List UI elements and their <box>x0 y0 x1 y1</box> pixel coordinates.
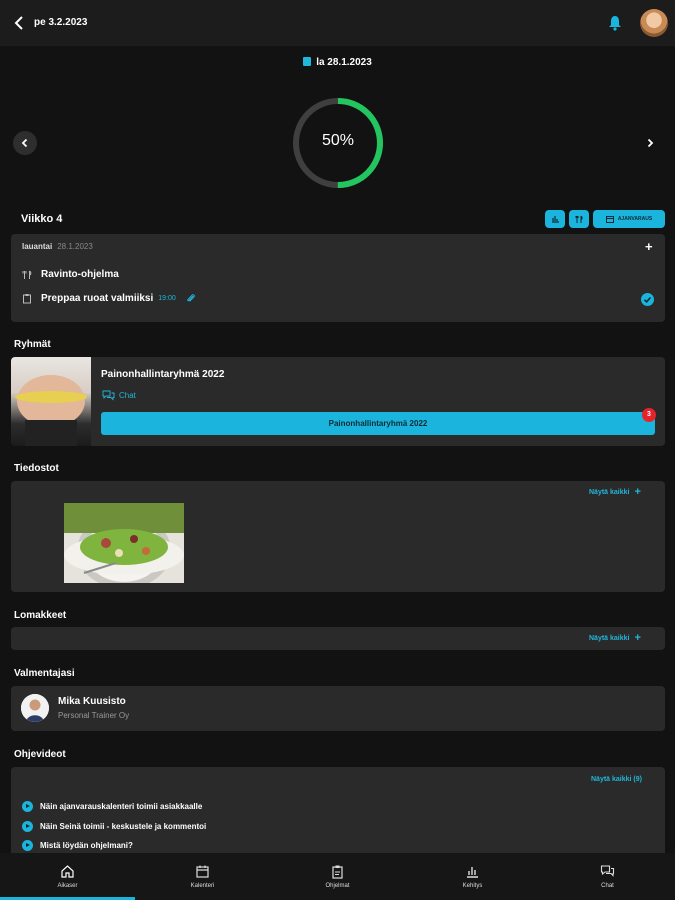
group-title: Painonhallintaryhmä 2022 <box>101 369 225 380</box>
video-item-label: Mistä löydän ohjelmani? <box>40 841 133 850</box>
statistics-button[interactable] <box>545 210 565 228</box>
add-item-button[interactable]: + <box>645 239 653 254</box>
calendar-icon <box>303 57 312 66</box>
clipboard-icon <box>23 294 31 304</box>
calendar-icon <box>605 216 614 223</box>
video-item-label: Näin Seinä toimii - keskustele ja kommen… <box>40 822 207 831</box>
day-card: lauantai 28.1.2023 + Ravinto-ohjelma Prep… <box>11 234 665 322</box>
play-icon <box>22 821 33 832</box>
tab-calendar-label: Kalenteri <box>190 883 215 889</box>
files-show-all-label: Näytä kaikki <box>589 488 630 496</box>
booking-button-label: AJANVARAUS <box>617 216 653 222</box>
header-date: pe 3.2.2023 <box>34 17 88 28</box>
chart-icon <box>551 216 559 223</box>
clipboard-icon <box>332 865 343 879</box>
group-card[interactable]: Painonhallintaryhmä 2022 Chat Painonhall… <box>11 357 665 446</box>
progress-percent: 50% <box>321 132 355 149</box>
open-group-button[interactable]: Painonhallintaryhmä 2022 <box>101 412 655 435</box>
videos-card: Näytä kaikki (9) Näin ajanvarauskalenter… <box>11 767 665 867</box>
chevron-left-icon <box>21 138 28 148</box>
back-arrow-icon[interactable] <box>13 14 27 32</box>
chart-icon <box>467 867 478 878</box>
chat-bubbles-icon <box>102 390 115 401</box>
day-card-weekday: lauantai <box>22 242 53 251</box>
chevron-right-icon <box>647 138 654 148</box>
home-icon <box>61 865 74 878</box>
tab-calendar[interactable]: Kalenteri <box>135 853 270 900</box>
videos-title: Ohjevideot <box>14 749 66 760</box>
nutrition-button[interactable] <box>569 210 589 228</box>
videos-show-all[interactable]: Näytä kaikki (9) <box>591 776 642 783</box>
group-image <box>11 357 91 446</box>
play-icon <box>22 801 33 812</box>
tab-progress-label: Kehitys <box>462 883 483 889</box>
previous-day-button[interactable] <box>13 131 37 155</box>
calendar-icon <box>196 865 209 878</box>
week-title: Viikko 4 <box>21 213 63 225</box>
plus-icon: + <box>634 632 641 644</box>
bottom-navigation: Aikaser Kalenteri Ohjelmat Kehitys Chat <box>0 853 675 900</box>
video-item[interactable]: Näin Seinä toimii - keskustele ja kommen… <box>22 821 206 832</box>
coach-avatar <box>21 694 49 722</box>
forms-card: Näytä kaikki + <box>11 627 665 650</box>
attachment-icon <box>187 294 195 302</box>
forms-show-all-label: Näytä kaikki <box>589 634 630 642</box>
plus-icon: + <box>634 486 641 498</box>
coach-card[interactable]: Mika Kuusisto Personal Trainer Oy <box>11 686 665 731</box>
selected-day-label: la 28.1.2023 <box>316 57 372 68</box>
program-item[interactable]: Ravinto-ohjelma <box>22 269 119 280</box>
coach-name: Mika Kuusisto <box>58 696 126 707</box>
notification-badge: 3 <box>642 408 656 422</box>
cutlery-icon <box>575 215 583 223</box>
user-avatar[interactable] <box>640 9 668 37</box>
task-item[interactable]: Preppaa ruoat valmiiksi 19:00 <box>22 293 196 304</box>
files-show-all[interactable]: Näytä kaikki + <box>589 486 641 498</box>
play-icon <box>22 840 33 851</box>
day-card-date: 28.1.2023 <box>57 242 93 251</box>
tab-home[interactable]: Aikaser <box>0 853 135 900</box>
tab-chat[interactable]: Chat <box>540 853 675 900</box>
group-chat-label: Chat <box>119 391 136 400</box>
booking-button[interactable]: AJANVARAUS <box>593 210 665 228</box>
coach-company: Personal Trainer Oy <box>58 711 130 720</box>
forms-title: Lomakkeet <box>14 610 67 621</box>
coaches-title: Valmentajasi <box>14 668 75 679</box>
cutlery-icon <box>22 270 32 279</box>
progress-ring: 50% <box>291 96 385 190</box>
chat-bubbles-icon <box>600 865 615 877</box>
forms-show-all[interactable]: Näytä kaikki + <box>589 632 641 644</box>
video-item[interactable]: Näin ajanvarauskalenteri toimii asiakkaa… <box>22 801 202 812</box>
task-item-label: Preppaa ruoat valmiiksi <box>41 293 154 304</box>
video-item[interactable]: Mistä löydän ohjelmani? <box>22 840 133 851</box>
files-title: Tiedostot <box>14 463 59 474</box>
day-card-header: lauantai 28.1.2023 <box>22 242 93 251</box>
bell-icon[interactable] <box>608 15 622 31</box>
tab-chat-label: Chat <box>601 883 614 889</box>
task-time: 19:00 <box>158 295 176 302</box>
tab-programs-label: Ohjelmat <box>325 883 350 889</box>
tab-progress[interactable]: Kehitys <box>405 853 540 900</box>
top-bar: pe 3.2.2023 <box>0 0 675 46</box>
group-chat-link[interactable]: Chat <box>102 390 136 401</box>
program-item-label: Ravinto-ohjelma <box>41 269 119 280</box>
tab-programs[interactable]: Ohjelmat <box>270 853 405 900</box>
tab-home-label: Aikaser <box>57 883 78 889</box>
selected-day[interactable]: la 28.1.2023 <box>0 57 675 68</box>
files-card: Näytä kaikki + <box>11 481 665 592</box>
groups-title: Ryhmät <box>14 339 51 350</box>
next-day-button[interactable] <box>638 131 662 155</box>
file-thumbnail[interactable] <box>64 503 184 583</box>
completed-check-icon[interactable] <box>641 293 654 306</box>
video-item-label: Näin ajanvarauskalenteri toimii asiakkaa… <box>40 802 203 811</box>
